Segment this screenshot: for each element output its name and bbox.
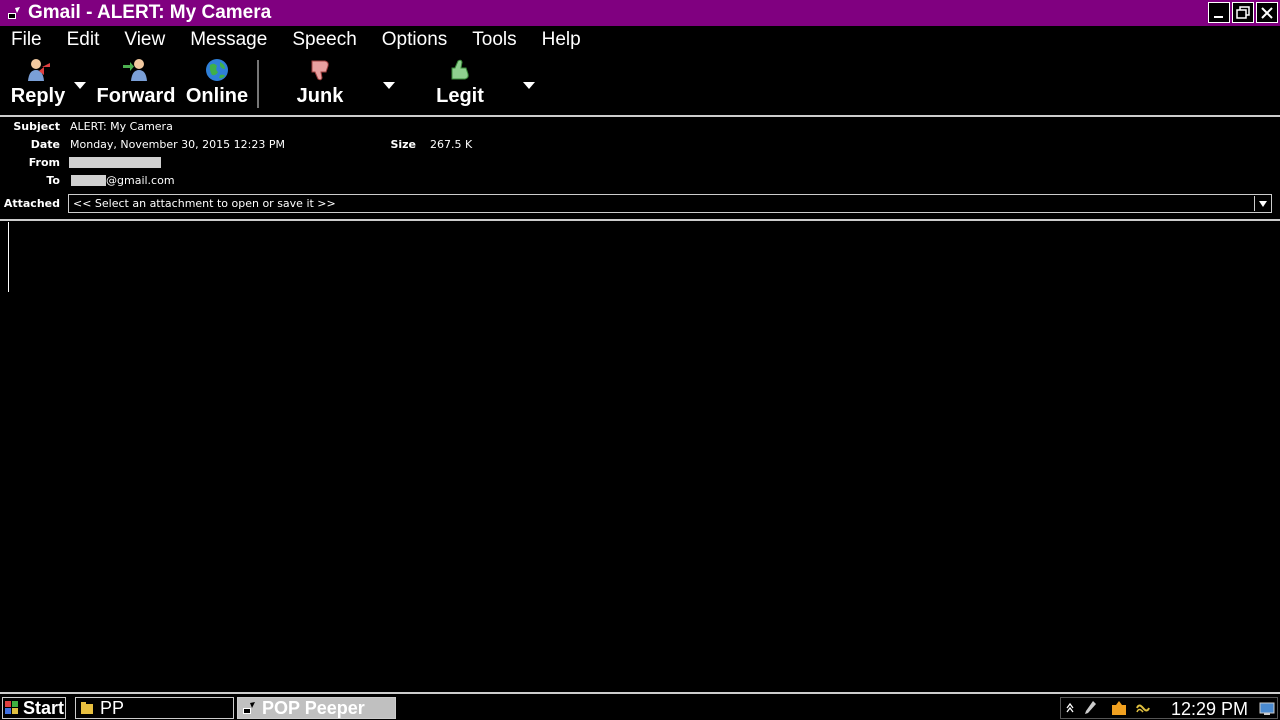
windows-logo-icon (5, 701, 18, 714)
system-tray: 12:29 PM (1060, 697, 1278, 719)
menu-message[interactable]: Message (190, 29, 267, 51)
tray-network-icon[interactable] (1135, 700, 1151, 716)
tray-folder-icon[interactable] (1111, 700, 1127, 716)
online-label: Online (185, 85, 249, 107)
to-redacted (71, 175, 106, 186)
start-button[interactable]: Start (2, 697, 66, 719)
menu-tools[interactable]: Tools (472, 29, 516, 51)
menu-file[interactable]: File (11, 29, 42, 51)
menu-view[interactable]: View (124, 29, 165, 51)
thumbs-up-icon (444, 56, 476, 84)
task-pp[interactable]: PP (75, 697, 234, 719)
forward-label: Forward (96, 85, 176, 107)
minimize-button[interactable] (1208, 2, 1230, 23)
junk-dropdown-icon[interactable] (381, 80, 397, 90)
title-bar[interactable]: Gmail - ALERT: My Camera (0, 0, 1280, 26)
attachment-placeholder: << Select an attachment to open or save … (73, 197, 336, 210)
text-caret (8, 222, 9, 292)
toolbar-divider (0, 115, 1280, 117)
legit-dropdown-icon[interactable] (521, 80, 537, 90)
app-icon[interactable] (6, 5, 22, 21)
task-pp-label: PP (100, 697, 125, 718)
globe-icon (201, 56, 233, 84)
folder-icon (81, 702, 93, 714)
attachment-dropdown-button[interactable] (1254, 196, 1270, 211)
menu-help[interactable]: Help (542, 29, 581, 51)
to-label: To (46, 174, 60, 187)
legit-label: Legit (436, 85, 484, 107)
size-label: Size (390, 138, 416, 151)
reply-label: Reply (10, 85, 66, 107)
task-pop-peeper-label: POP Peeper (262, 697, 365, 718)
clock[interactable]: 12:29 PM (1171, 699, 1248, 720)
menu-edit[interactable]: Edit (67, 29, 100, 51)
reply-person-icon (22, 56, 54, 84)
message-body[interactable] (0, 222, 1280, 692)
close-button[interactable] (1256, 2, 1278, 23)
attached-label: Attached (3, 197, 60, 210)
minimize-icon (1214, 15, 1223, 18)
online-button[interactable]: Online (184, 56, 250, 112)
attachment-select[interactable]: << Select an attachment to open or save … (68, 194, 1272, 213)
junk-button[interactable]: Junk (294, 56, 346, 112)
start-label: Start (23, 697, 65, 718)
reply-button[interactable]: Reply (10, 56, 66, 112)
subject-value: ALERT: My Camera (70, 120, 173, 133)
from-redacted (69, 157, 161, 168)
menu-bar: File Edit View Message Speech Options To… (0, 26, 1280, 54)
taskbar: Start PP POP Peeper 12:29 PM (0, 692, 1280, 720)
menu-options[interactable]: Options (382, 29, 447, 51)
subject-label: Subject (13, 120, 60, 133)
tray-expand-icon[interactable] (1065, 702, 1075, 714)
restore-icon (1236, 5, 1250, 19)
thumbs-down-icon (304, 56, 336, 84)
forward-button[interactable]: Forward (96, 56, 176, 112)
pop-peeper-icon (243, 702, 255, 714)
junk-label: Junk (296, 85, 344, 107)
date-value: Monday, November 30, 2015 12:23 PM (70, 138, 285, 151)
restore-button[interactable] (1232, 2, 1254, 23)
toolbar-separator (257, 60, 259, 108)
tray-pen-icon[interactable] (1083, 700, 1097, 716)
legit-button[interactable]: Legit (434, 56, 486, 112)
header-divider (0, 219, 1280, 221)
date-label: Date (30, 138, 60, 151)
toolbar: Reply Forward Online Junk Legit (0, 56, 1280, 114)
window-title: Gmail - ALERT: My Camera (28, 2, 272, 23)
menu-speech[interactable]: Speech (292, 29, 356, 51)
to-value: @gmail.com (106, 174, 175, 187)
close-icon (1261, 6, 1273, 19)
task-pop-peeper[interactable]: POP Peeper (237, 697, 396, 719)
chevron-down-icon (1258, 200, 1267, 207)
from-label: From (28, 156, 60, 169)
show-desktop-icon[interactable] (1259, 702, 1275, 716)
reply-dropdown-icon[interactable] (72, 80, 88, 90)
size-value: 267.5 K (430, 138, 473, 151)
forward-person-icon (120, 56, 152, 84)
